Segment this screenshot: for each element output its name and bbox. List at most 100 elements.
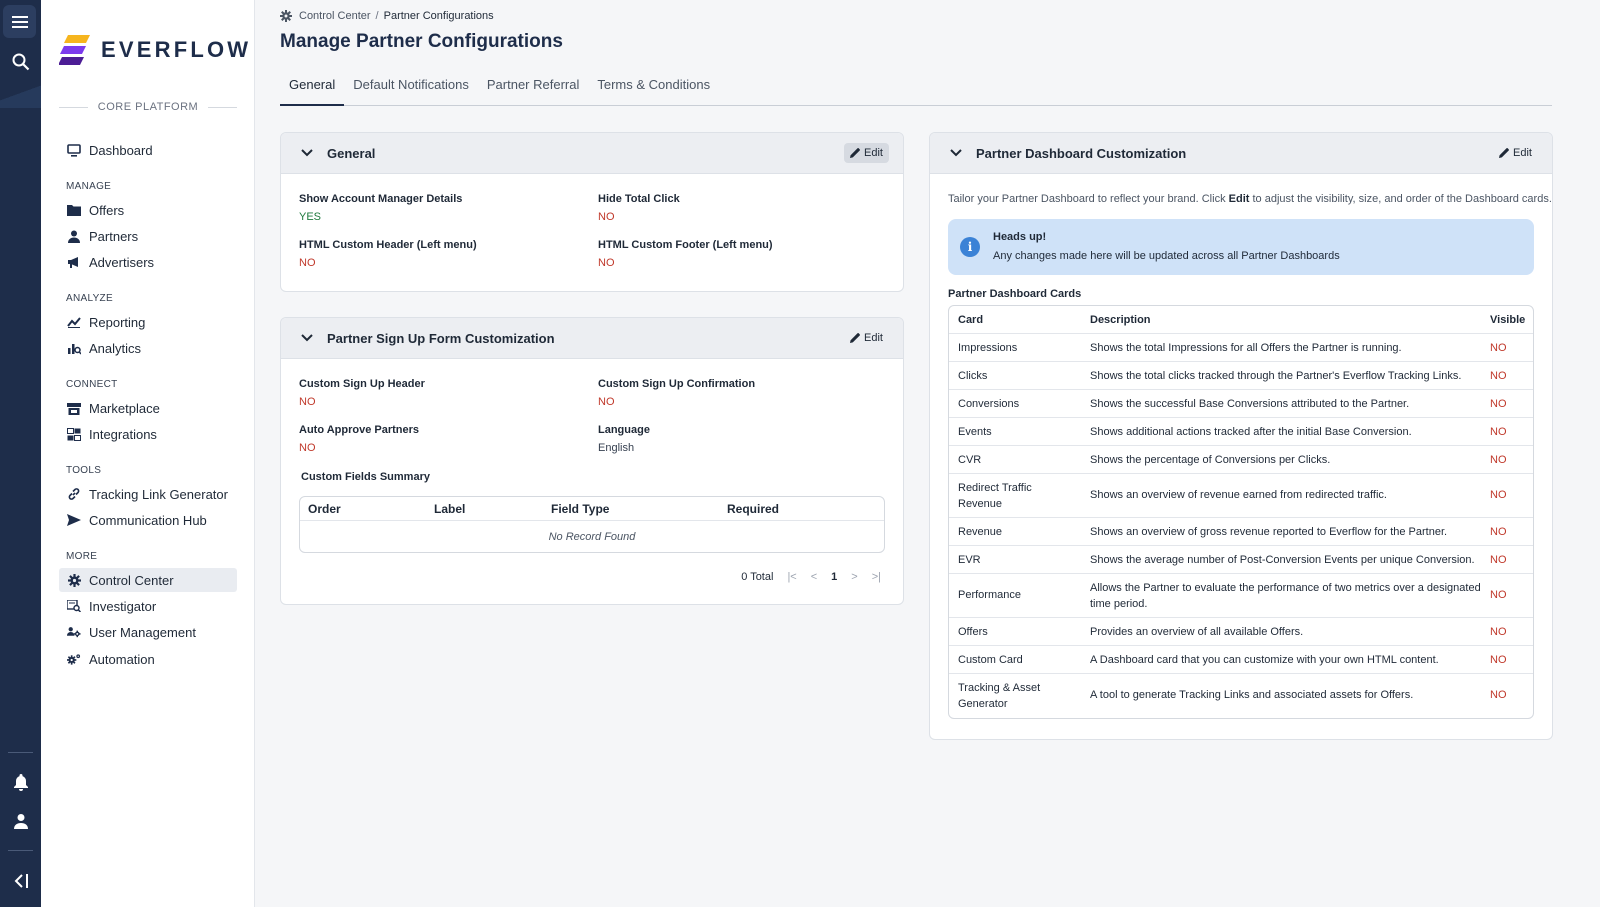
tab-default-notifications[interactable]: Default Notifications [344,76,478,106]
gear-icon [280,10,292,22]
dashboard-edit-button[interactable]: Edit [1493,143,1538,163]
column-required[interactable]: Required [727,502,779,516]
link-icon [67,487,81,501]
field-custom-signup-header: Custom Sign Up Header NO [299,378,425,408]
sidebar-item-automation[interactable]: Automation [59,647,237,671]
last-page-button[interactable]: >| [872,571,881,583]
custom-fields-title: Custom Fields Summary [301,471,430,483]
folder-icon [67,203,81,217]
sidebar-item-advertisers[interactable]: Advertisers [59,250,237,274]
info-icon: i [960,237,980,257]
tab-partner-referral[interactable]: Partner Referral [478,76,588,106]
field-auto-approve-partners: Auto Approve Partners NO [299,424,420,454]
breadcrumb-link-control-center[interactable]: Control Center [299,10,371,22]
nav-section-more: MORE [66,551,98,562]
field-custom-signup-confirmation: Custom Sign Up Confirmation NO [598,378,756,408]
dashboard-cards-table: Card Description Visible Impressions Show… [948,305,1534,719]
dashboard-card-header[interactable]: Partner Dashboard Customization Edit [930,133,1552,174]
nav-section-connect: CONNECT [66,379,118,390]
rail-divider [8,752,33,753]
sidebar-item-investigator[interactable]: Investigator [59,594,237,618]
column-label[interactable]: Label [434,502,465,516]
pencil-icon [850,333,860,343]
general-card-title: General [327,145,376,161]
main-content: Control Center / Partner Configurations … [256,0,1600,907]
dashboard-card-title: Partner Dashboard Customization [976,145,1187,161]
nav-section-manage: MANAGE [66,181,112,192]
table-header: Card Description Visible [949,306,1533,334]
rail-divider [8,850,33,851]
total-count: 0 Total [741,571,774,583]
tab-terms-conditions[interactable]: Terms & Conditions [588,76,719,106]
chevron-down-icon[interactable] [950,149,964,157]
brand-logo[interactable]: EVERFLOW [59,34,251,66]
menu-icon[interactable] [3,5,36,38]
table-header: Order Label Field Type Required [300,497,884,521]
table-row: EVR Shows the average number of Post-Conv… [949,546,1533,574]
first-page-button[interactable]: |< [787,571,796,583]
general-card-header[interactable]: General Edit [281,133,903,174]
alert-title: Heads up! [993,231,1047,243]
table-row: Clicks Shows the total clicks tracked thr… [949,362,1533,390]
chevron-down-icon[interactable] [301,149,315,157]
signup-card: Partner Sign Up Form Customization Edit … [280,317,904,605]
sidebar-item-reporting[interactable]: Reporting [59,310,237,334]
signup-edit-button[interactable]: Edit [844,328,889,348]
analytics-icon [67,341,81,355]
user-icon[interactable] [0,806,41,836]
megaphone-icon [67,255,81,269]
collapse-icon[interactable] [0,866,41,896]
store-icon [67,401,81,415]
column-description: Description [1090,314,1151,326]
dashboard-customization-card: Partner Dashboard Customization Edit Tai… [929,132,1553,740]
person-icon [67,229,81,243]
bell-icon[interactable] [0,767,41,797]
search-icon[interactable] [0,47,41,77]
sidebar-item-integrations[interactable]: Integrations [59,422,237,446]
column-field-type[interactable]: Field Type [551,502,609,516]
breadcrumb-separator: / [375,10,379,22]
page-number[interactable]: 1 [831,571,837,583]
table-row: Tracking & Asset Generator A tool to gene… [958,682,1507,710]
sidebar-item-dashboard[interactable]: Dashboard [59,138,237,162]
table-row: Conversions Shows the successful Base Con… [949,390,1533,418]
field-html-custom-header: HTML Custom Header (Left menu) NO [299,239,477,269]
signup-card-title: Partner Sign Up Form Customization [327,330,555,346]
gears-icon [67,652,81,666]
table-row: Impressions Shows the total Impressions f… [949,334,1533,362]
chevron-down-icon[interactable] [301,334,315,342]
column-visible: Visible [1490,314,1526,326]
sidebar-item-offers[interactable]: Offers [59,198,237,222]
monitor-icon [67,143,81,157]
column-order[interactable]: Order [308,502,341,516]
tab-general[interactable]: General [280,76,345,106]
sidebar-item-marketplace[interactable]: Marketplace [59,396,237,420]
column-card: Card [958,314,984,326]
general-edit-button[interactable]: Edit [844,143,889,163]
sidebar-item-analytics[interactable]: Analytics [59,336,237,360]
users-gear-icon [67,625,81,639]
page-title: Manage Partner Configurations [280,31,563,52]
table-row: Performance Allows the Partner to evaluat… [949,574,1533,618]
prev-page-button[interactable]: < [811,571,817,583]
table-row: Revenue Shows an overview of gross revenu… [949,518,1533,546]
sidebar-item-communication-hub[interactable]: Communication Hub [59,508,237,532]
pencil-icon [1499,148,1509,158]
heads-up-alert: i Heads up! Any changes made here will b… [948,219,1534,275]
breadcrumb: Control Center / Partner Configurations [280,10,494,22]
field-hide-total-click: Hide Total Click NO [598,193,680,223]
table-row: Redirect Traffic Revenue Shows an overvie… [949,474,1533,518]
sidebar-item-user-management[interactable]: User Management [59,620,237,644]
platform-label: CORE PLATFORM [59,101,238,113]
sidebar-item-tracking-link-generator[interactable]: Tracking Link Generator [59,482,237,506]
tab-bar: General Default Notifications Partner Re… [280,76,1552,106]
sidebar-item-control-center[interactable]: Control Center [59,568,237,592]
integrations-icon [67,427,81,441]
signup-card-header[interactable]: Partner Sign Up Form Customization Edit [281,318,903,359]
everflow-logo-icon [59,35,90,65]
icon-rail [0,0,41,907]
next-page-button[interactable]: > [851,571,857,583]
general-card: General Edit Show Account Manager Detail… [280,132,904,292]
sidebar-item-partners[interactable]: Partners [59,224,237,248]
empty-state: No Record Found [548,531,636,543]
